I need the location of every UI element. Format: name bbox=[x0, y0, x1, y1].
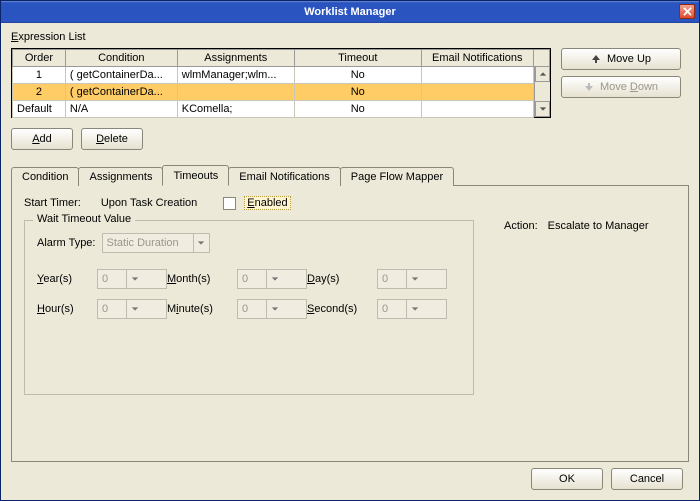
month-label: Month(s) bbox=[167, 273, 237, 285]
move-down-button[interactable]: Move Down bbox=[561, 76, 681, 98]
minute-combo[interactable] bbox=[237, 299, 307, 319]
cancel-button[interactable]: Cancel bbox=[611, 468, 683, 490]
start-timer-value: Upon Task Creation bbox=[101, 197, 197, 209]
col-email[interactable]: Email Notifications bbox=[421, 50, 533, 67]
table-scrollbar[interactable] bbox=[534, 66, 550, 117]
table-header-row: Order Condition Assignments Timeout Emai… bbox=[13, 50, 550, 67]
expression-list-label: Expression List bbox=[11, 31, 689, 43]
alarm-type-combo[interactable] bbox=[102, 233, 210, 253]
add-button[interactable]: Add bbox=[11, 128, 73, 150]
arrow-up-icon bbox=[591, 54, 601, 64]
col-timeout[interactable]: Timeout bbox=[294, 50, 421, 67]
day-combo[interactable] bbox=[377, 269, 447, 289]
second-combo[interactable] bbox=[377, 299, 447, 319]
scroll-down-button[interactable] bbox=[535, 101, 550, 117]
col-condition[interactable]: Condition bbox=[65, 50, 177, 67]
chevron-down-icon bbox=[266, 270, 282, 288]
start-timer-label: Start Timer: bbox=[24, 197, 81, 209]
chevron-down-icon bbox=[193, 234, 209, 252]
alarm-type-value bbox=[103, 237, 193, 249]
table-row[interactable]: 2 ( getContainerDa... No bbox=[13, 84, 550, 101]
year-combo[interactable] bbox=[97, 269, 167, 289]
tab-assignments[interactable]: Assignments bbox=[78, 167, 163, 186]
expression-table: Order Condition Assignments Timeout Emai… bbox=[11, 48, 551, 118]
action-value: Escalate to Manager bbox=[548, 220, 649, 232]
worklist-manager-dialog: Worklist Manager Expression List Order C… bbox=[0, 0, 700, 501]
scroll-up-button[interactable] bbox=[535, 66, 550, 82]
chevron-down-icon bbox=[126, 270, 142, 288]
ok-button[interactable]: OK bbox=[531, 468, 603, 490]
tab-email[interactable]: Email Notifications bbox=[228, 167, 340, 186]
arrow-down-icon bbox=[584, 82, 594, 92]
col-order[interactable]: Order bbox=[13, 50, 66, 67]
group-title: Wait Timeout Value bbox=[33, 213, 135, 225]
alarm-type-label: Alarm Type: bbox=[37, 237, 96, 249]
table-row[interactable]: Default N/A KComella; No bbox=[13, 101, 550, 118]
chevron-down-icon bbox=[126, 300, 142, 318]
chevron-down-icon bbox=[406, 270, 422, 288]
minute-label: Minute(s) bbox=[167, 303, 237, 315]
window-title: Worklist Manager bbox=[304, 6, 396, 18]
hour-label: Hour(s) bbox=[37, 303, 97, 315]
titlebar: Worklist Manager bbox=[1, 1, 699, 23]
chevron-down-icon bbox=[266, 300, 282, 318]
tab-panel-timeouts: Start Timer: Upon Task Creation Enabled … bbox=[11, 185, 689, 462]
year-label: Year(s) bbox=[37, 273, 97, 285]
chevron-up-icon bbox=[539, 70, 547, 78]
tab-condition[interactable]: Condition bbox=[11, 167, 79, 186]
move-up-button[interactable]: Move Up bbox=[561, 48, 681, 70]
enabled-label: Enabled bbox=[244, 196, 290, 210]
action-label: Action: bbox=[504, 220, 538, 232]
enabled-checkbox[interactable] bbox=[223, 197, 236, 210]
month-combo[interactable] bbox=[237, 269, 307, 289]
col-assignments[interactable]: Assignments bbox=[177, 50, 294, 67]
tab-timeouts[interactable]: Timeouts bbox=[162, 165, 229, 186]
tab-pageflow[interactable]: Page Flow Mapper bbox=[340, 167, 454, 186]
close-icon bbox=[683, 7, 692, 16]
hour-combo[interactable] bbox=[97, 299, 167, 319]
chevron-down-icon bbox=[406, 300, 422, 318]
table-row[interactable]: 1 ( getContainerDa... wlmManager;wlm... … bbox=[13, 67, 550, 84]
close-button[interactable] bbox=[679, 4, 695, 19]
wait-timeout-group: Wait Timeout Value Alarm Type: Year(s) bbox=[24, 220, 474, 395]
day-label: Day(s) bbox=[307, 273, 377, 285]
delete-button[interactable]: Delete bbox=[81, 128, 143, 150]
second-label: Second(s) bbox=[307, 303, 377, 315]
chevron-down-icon bbox=[539, 105, 547, 113]
tabstrip: Condition Assignments Timeouts Email Not… bbox=[11, 164, 689, 185]
col-scroll-spacer bbox=[533, 50, 549, 67]
